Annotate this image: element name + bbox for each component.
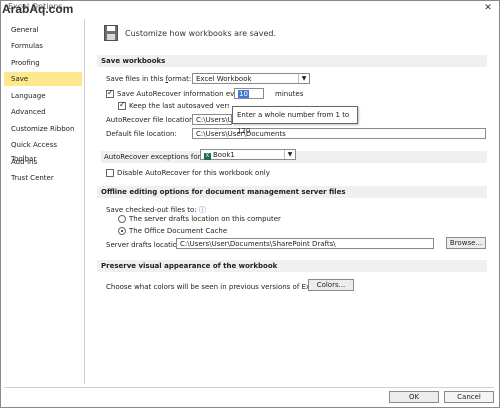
format-label: Save files in this format: [106,75,192,83]
chevron-down-icon: ▼ [284,150,295,159]
sidebar-item-formulas[interactable]: Formulas [4,39,82,53]
section-save-workbooks: Save workbooks [97,55,487,67]
default-location-label: Default file location: [106,130,177,138]
watermark: ArabAq.com [2,2,74,16]
chevron-down-icon: ▼ [298,74,309,83]
colors-button[interactable]: Colors... [308,279,354,291]
workbook-value: Book1 [213,151,235,159]
sidebar-item-save[interactable]: Save [4,72,82,86]
page-heading: Customize how workbooks are saved. [125,29,276,38]
autorecover-label: Save AutoRecover information every [117,90,246,98]
autorecover-minutes-spinner[interactable]: 10 [234,88,264,99]
autorecover-location-input[interactable]: C:\Users\User\AppData\Roaming\Microsoft\… [192,114,232,125]
minutes-label: minutes [275,90,304,98]
sidebar-item-language[interactable]: Language [4,89,82,103]
format-select[interactable]: Excel Workbook ▼ [192,73,310,84]
workbook-select[interactable]: X Book1 ▼ [200,149,296,160]
save-icon [104,25,118,41]
sidebar-item-trust-center[interactable]: Trust Center [4,171,82,185]
format-value: Excel Workbook [196,75,252,83]
keep-last-label: Keep the last autosaved version if I clo… [129,102,229,110]
disable-autorecover-label: Disable AutoRecover for this workbook on… [117,169,270,177]
sidebar-item-customize-ribbon[interactable]: Customize Ribbon [4,122,82,136]
autorecover-checkbox[interactable] [106,88,114,98]
close-icon[interactable]: ✕ [482,2,494,14]
ok-button[interactable]: OK [389,391,439,403]
footer-divider [4,387,494,388]
sidebar-item-proofing[interactable]: Proofing [4,56,82,70]
office-cache-option-label: The Office Document Cache [129,227,228,235]
server-drafts-location-input[interactable]: C:\Users\User\Documents\SharePoint Draft… [176,238,434,249]
office-cache-radio[interactable] [118,227,126,235]
minutes-tooltip: Enter a whole number from 1 to 120 [232,106,358,135]
title-bar: Excel Options ✕ [0,0,500,17]
sidebar-item-add-ins[interactable]: Add-ins [4,155,82,169]
excel-icon: X [204,153,211,160]
browse-button[interactable]: Browse... [446,237,486,249]
section-visual-appearance: Preserve visual appearance of the workbo… [97,260,487,272]
server-drafts-location-label: Server drafts location: [106,241,184,249]
disable-autorecover-checkbox[interactable] [106,169,114,177]
autorecover-location-label: AutoRecover file location: [106,116,196,124]
autorecover-minutes-value: 10 [238,90,249,98]
save-checked-out-label: Save checked-out files to: ⓘ [106,206,206,214]
sidebar-item-quick-access-toolbar[interactable]: Quick Access Toolbar [4,138,82,163]
server-drafts-radio[interactable] [118,215,126,223]
info-icon: ⓘ [198,206,206,214]
section-offline-editing: Offline editing options for document man… [97,186,487,198]
server-drafts-option-label: The server drafts location on this compu… [129,215,281,223]
sidebar-item-advanced[interactable]: Advanced [4,105,82,119]
colors-description: Choose what colors will be seen in previ… [106,282,329,292]
cancel-button[interactable]: Cancel [444,391,494,403]
autorecover-exceptions-label: AutoRecover exceptions for: [104,153,203,161]
sidebar-item-general[interactable]: General [4,23,82,37]
keep-last-checkbox[interactable] [118,100,126,110]
